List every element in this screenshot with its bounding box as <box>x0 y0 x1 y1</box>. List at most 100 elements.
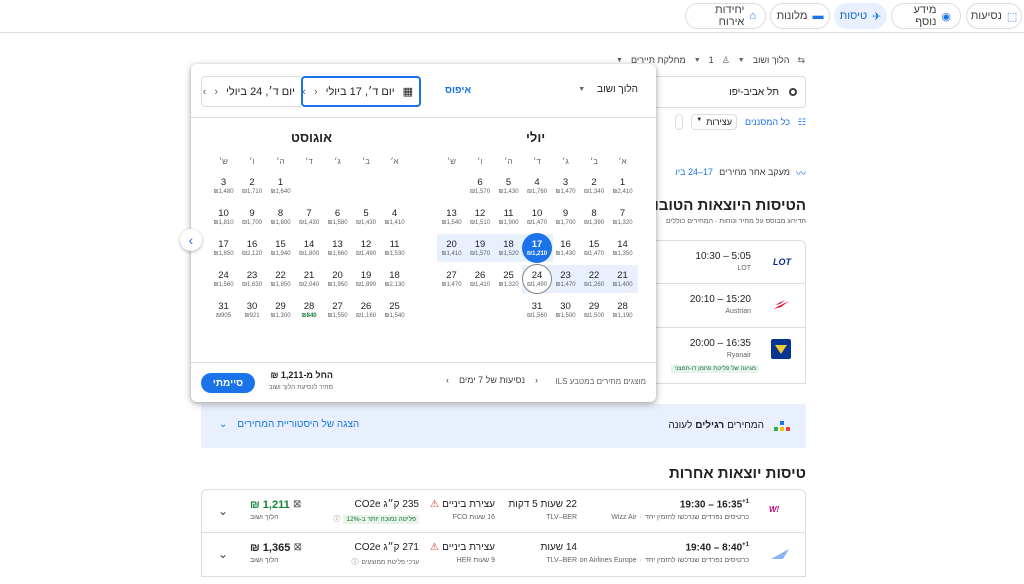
best-flight-row[interactable]: 20:10 – 15:20 Austrian <box>656 284 806 328</box>
calendar-day[interactable]: 10 ₪1,810 <box>210 203 238 231</box>
calendar-day[interactable]: 15 ₪1,470 <box>580 234 608 262</box>
nav-chip-flights[interactable]: ✈ טיסות <box>834 3 887 29</box>
calendar-day[interactable]: 14 ₪1,350 <box>609 234 637 262</box>
best-flight-row[interactable]: LOT 10:30 – 5:05 LOT <box>656 240 806 284</box>
duration: 22 שעות 5 דקות <box>508 499 577 510</box>
calendar-day[interactable]: 10 ₪1,470 <box>523 203 551 231</box>
chevron-left-icon[interactable]: ‹ <box>314 86 318 98</box>
calendar-day[interactable]: 24 ₪1,560 <box>210 265 238 293</box>
nav-chip-vacation-rentals[interactable]: ⌂ יחידות אירוח <box>685 3 766 29</box>
calendar-day[interactable]: 27 ₪1,550 <box>324 296 352 324</box>
calendar-day[interactable]: 11 ₪1,530 <box>381 234 409 262</box>
calendar-day[interactable]: 1 ₪2,410 <box>609 172 637 200</box>
calendar-day[interactable]: 25 ₪1,320 <box>495 265 523 293</box>
calendar-day[interactable]: 9 ₪1,700 <box>238 203 266 231</box>
calendar-day[interactable]: 31 ₪1,560 <box>523 296 551 324</box>
nav-chip-explore[interactable]: ◉ מידע נוסף <box>891 3 961 29</box>
calendar-day[interactable]: 29 ₪1,300 <box>267 296 295 324</box>
calendar-day[interactable]: 31 ₪905 <box>210 296 238 324</box>
calendar-day[interactable]: 26 ₪1,160 <box>352 296 380 324</box>
calendar-day[interactable]: 16 ₪2,120 <box>238 234 266 262</box>
calendar-day[interactable]: 14 ₪1,800 <box>295 234 323 262</box>
chevron-right-icon[interactable]: › <box>535 375 538 385</box>
calendar-day[interactable]: 16 ₪1,430 <box>552 234 580 262</box>
previous-month-button[interactable]: ‹ <box>180 229 202 251</box>
calendar-day[interactable]: 4 ₪1,760 <box>523 172 551 200</box>
popup-trip-type-select[interactable]: הלוך ושוב ▼ <box>578 84 638 95</box>
day-price: ₪1,520 <box>498 251 519 257</box>
chevron-left-icon[interactable]: ‹ <box>214 86 218 98</box>
calendar-day[interactable]: 5 ₪1,430 <box>352 203 380 231</box>
calendar-day[interactable]: 18 ₪2,130 <box>381 265 409 293</box>
calendar-day[interactable]: 22 ₪1,260 <box>580 265 608 293</box>
done-button[interactable]: סיימתי <box>201 373 255 393</box>
calendar-day[interactable]: 30 ₪1,500 <box>552 296 580 324</box>
expand-chevron-icon[interactable]: ⌄ <box>218 547 228 561</box>
origin-field[interactable]: תל אביב-יפו <box>656 76 806 108</box>
calendar-day[interactable]: 23 ₪1,630 <box>238 265 266 293</box>
calendar-day[interactable]: 20 ₪1,950 <box>324 265 352 293</box>
calendar-day[interactable]: 23 ₪1,470 <box>552 265 580 293</box>
calendar-day[interactable]: 24 ₪1,490 <box>523 265 551 293</box>
chevron-left-icon[interactable]: ‹ <box>446 375 449 385</box>
calendar-day[interactable]: 3 ₪1,480 <box>210 172 238 200</box>
passenger-count[interactable]: 1 <box>709 55 714 65</box>
calendar-day[interactable]: 4 ₪1,410 <box>381 203 409 231</box>
calendar-day[interactable]: 12 ₪1,490 <box>352 234 380 262</box>
stops-filter-button[interactable]: עצירות ▼ <box>691 114 738 130</box>
calendar-day[interactable]: 6 ₪1,570 <box>466 172 494 200</box>
calendar-day[interactable]: 30 ₪921 <box>238 296 266 324</box>
calendar-day[interactable]: 13 ₪1,660 <box>324 234 352 262</box>
day-price: ₪1,560 <box>213 282 234 288</box>
calendar-day[interactable]: 15 ₪1,940 <box>267 234 295 262</box>
calendar-day[interactable]: 2 ₪1,340 <box>580 172 608 200</box>
calendar-day[interactable]: 5 ₪1,430 <box>495 172 523 200</box>
calendar-day[interactable]: 18 ₪1,520 <box>495 234 523 262</box>
calendar-day[interactable]: 2 ₪1,710 <box>238 172 266 200</box>
calendar-day[interactable]: 11 ₪1,900 <box>495 203 523 231</box>
calendar-day[interactable]: 21 ₪1,400 <box>609 265 637 293</box>
depart-date-field[interactable]: ▦ יום ד׳, 17 ביולי ‹ › <box>301 76 421 107</box>
day-price: ₪1,410 <box>384 220 405 226</box>
calendar-day[interactable]: 1 ₪1,640 <box>267 172 295 200</box>
all-filters-button[interactable]: כל המסננים <box>745 117 790 127</box>
reset-button[interactable]: איפוס <box>445 85 471 96</box>
filter-chip-partial[interactable] <box>675 114 684 130</box>
calendar-day[interactable]: 19 ₪1,570 <box>466 234 494 262</box>
expand-chevron-icon[interactable]: ⌄ <box>218 504 228 518</box>
calendar-day[interactable]: 25 ₪1,540 <box>381 296 409 324</box>
calendar-day[interactable]: 19 ₪1,890 <box>352 265 380 293</box>
calendar-day[interactable]: 22 ₪1,850 <box>267 265 295 293</box>
calendar-day[interactable]: 29 ₪1,500 <box>580 296 608 324</box>
calendar-day[interactable]: 21 ₪2,040 <box>295 265 323 293</box>
best-flight-row[interactable]: 20:00 – 16:35 Ryanair מגיעה של פליטת פחמ… <box>656 328 806 384</box>
calendar-day[interactable]: 26 ₪1,410 <box>466 265 494 293</box>
flight-result-row[interactable]: W! 19:30 – 16:35+1 כרטיסים נפרדים שנרכשו… <box>201 489 806 533</box>
calendar-day[interactable]: 12 ₪1,510 <box>466 203 494 231</box>
calendar-day[interactable]: 28 ₪1,190 <box>609 296 637 324</box>
trip-type-select[interactable]: הלוך ושוב <box>753 55 790 65</box>
calendar-day[interactable]: 3 ₪1,470 <box>552 172 580 200</box>
calendar-day[interactable]: 17 ₪1,850 <box>210 234 238 262</box>
price-history-link[interactable]: הצגה של היסטוריית המחירים ⌄ <box>219 419 359 430</box>
trip-length-selector[interactable]: ‹ נסיעות של 7 ימים › <box>446 375 538 385</box>
nav-chip-trips[interactable]: ⬚ נסיעות <box>966 3 1022 29</box>
return-date-field[interactable]: יום ד׳, 24 ביולי ‹ › <box>201 76 301 107</box>
calendar-day[interactable]: 27 ₪1,470 <box>438 265 466 293</box>
calendar-day[interactable]: 8 ₪1,390 <box>580 203 608 231</box>
swap-trip-icon[interactable]: ⇆ <box>797 55 805 66</box>
flight-result-row[interactable]: 19:40 – 8:40+1 כרטיסים נפרדים שנרכשו להז… <box>201 533 806 577</box>
calendar-day[interactable]: 9 ₪1,700 <box>552 203 580 231</box>
calendar-day[interactable]: 20 ₪1,410 <box>438 234 466 262</box>
calendar-day[interactable]: 28 ₪840 <box>295 296 323 324</box>
calendar-day[interactable]: 17 ₪1,210 <box>523 234 551 262</box>
calendar-day[interactable]: 8 ₪1,800 <box>267 203 295 231</box>
track-dates-link[interactable]: 17–24 ביו <box>675 167 713 177</box>
chevron-right-icon[interactable]: › <box>203 86 207 98</box>
nav-chip-hotels[interactable]: ▬ מלונות <box>770 3 830 29</box>
calendar-day[interactable]: 7 ₪1,320 <box>609 203 637 231</box>
calendar-day[interactable]: 13 ₪1,540 <box>438 203 466 231</box>
calendar-day[interactable]: 6 ₪1,580 <box>324 203 352 231</box>
calendar-day[interactable]: 7 ₪1,430 <box>295 203 323 231</box>
chevron-right-icon[interactable]: › <box>302 86 306 98</box>
